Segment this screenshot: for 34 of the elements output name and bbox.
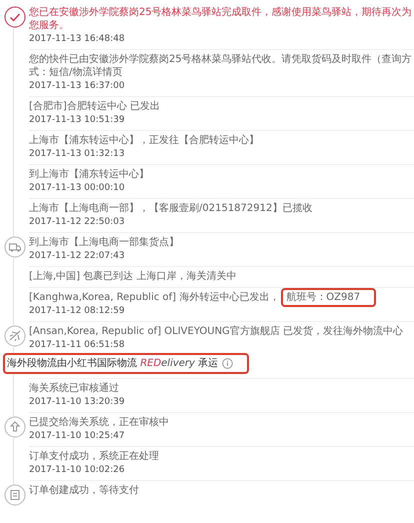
- event-text: 上海市【上海电商一部】，【客服壹刷/02151872912】已揽收: [29, 202, 314, 215]
- event-time: 2017-11-12 22:50:03: [29, 216, 126, 228]
- event-time: 2017-11-10 10:25:47: [29, 430, 126, 442]
- upload-arrow-icon: [4, 416, 26, 438]
- event-text: [合肥市]合肥转运中心 已发出: [29, 100, 161, 113]
- event-time: 2017-11-11 06:51:58: [29, 339, 126, 351]
- event-text: 您已在安徽涉外学院蔡岗25号格林菜鸟驿站完成取件，感谢使用菜鸟驿站，期待再次为您服务。: [29, 6, 413, 32]
- event-time: 2017-11-10 10:02:26: [29, 464, 126, 476]
- flight-number: 航班号：OZ987: [286, 292, 360, 303]
- event-text: 上海市【浦东转运中心】，正发往【合肥转运中心】: [29, 134, 260, 147]
- info-icon[interactable]: [222, 358, 234, 369]
- event-text: [Ansan,Korea, Republic of] OLIVEYOUNG官方旗舰店 已发货，发往海外物流中心: [29, 325, 404, 338]
- plane-icon: [4, 325, 26, 347]
- event-time: 2017-11-13 16:37:00: [29, 80, 126, 92]
- event-text: 已提交给海关系统，正在审核中: [29, 416, 170, 429]
- event-text: [上海,中国] 包裹已到达 上海口岸，海关清关中: [29, 270, 238, 283]
- event-time: 2017-11-13 01:32:13: [29, 148, 126, 160]
- carrier-note: 海外段物流由小红书国际物流 REDelivery 承运: [7, 357, 218, 370]
- check-circle-icon: [4, 6, 26, 28]
- event-time: 2017-11-13 16:48:48: [29, 33, 126, 45]
- event-text: 订单创建成功，等待支付: [29, 484, 140, 497]
- event-time: 2017-11-12 08:12:59: [29, 305, 126, 317]
- event-text: 到上海市【浦东转运中心】: [29, 168, 150, 181]
- event-time: 2017-11-13 10:51:39: [29, 114, 126, 126]
- truck-icon: [4, 236, 26, 258]
- document-icon: [4, 484, 26, 506]
- event-text: 您的快件已由安徽涉外学院蔡岗25号格林菜鸟驿站代收。请凭取货码及时取件（查询方式：短信/物流详情页: [29, 53, 413, 79]
- event-text: 到上海市【上海电商一部集货点】: [29, 236, 180, 249]
- event-text: 订单支付成功，系统正在处理: [29, 450, 160, 463]
- event-time: 2017-11-10 13:20:39: [29, 396, 126, 408]
- event-text: [Kanghwa,Korea, Republic of] 海外转运中心已发出，: [29, 292, 280, 303]
- event-text: 海关系统已审核通过: [29, 382, 120, 395]
- event-time: 2017-11-12 22:07:43: [29, 250, 126, 262]
- event-time: 2017-11-13 00:00:10: [29, 182, 126, 194]
